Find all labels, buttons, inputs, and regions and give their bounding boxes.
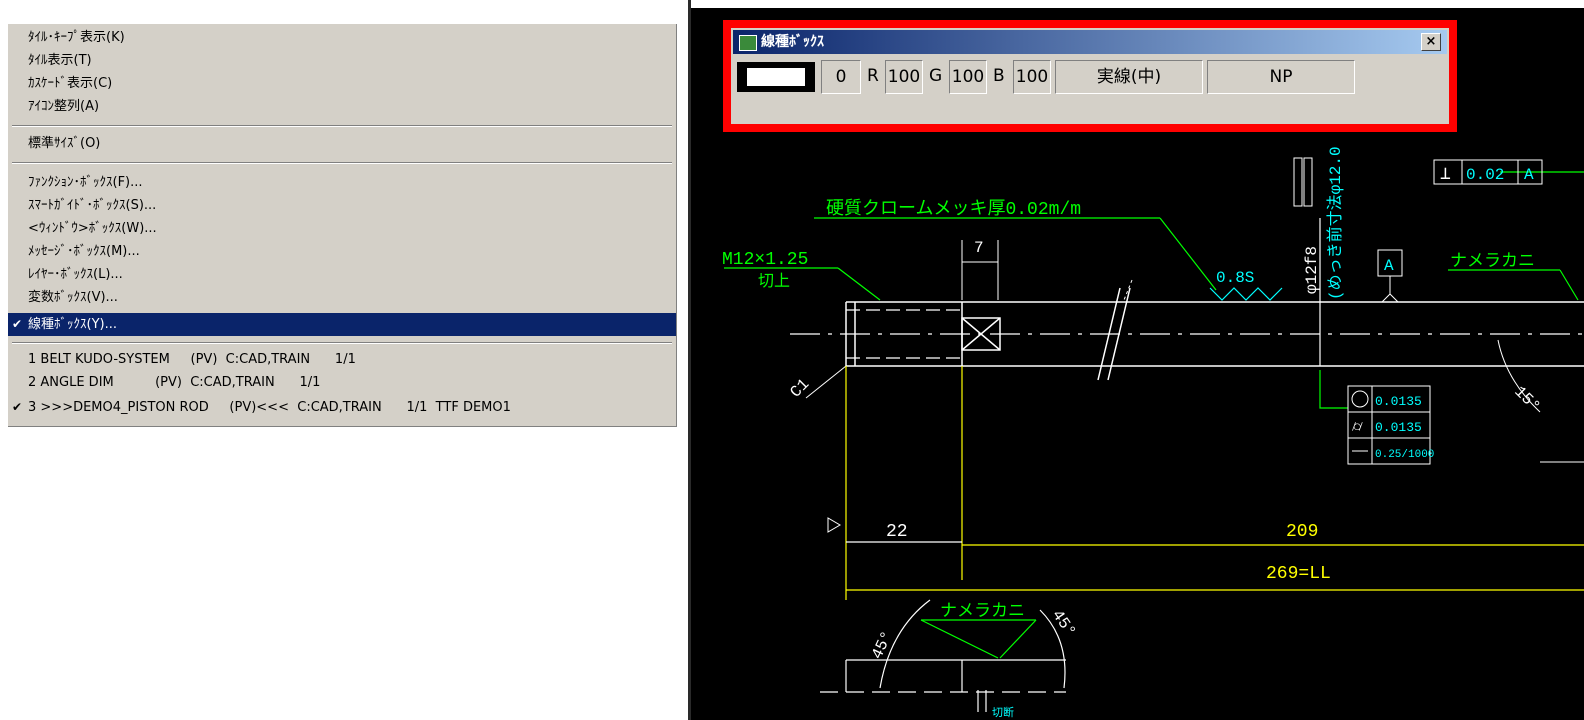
menu-item-variable-box[interactable]: 変数ﾎﾞｯｸｽ(V)... bbox=[28, 287, 118, 308]
perpendicular-symbol: ⊥ bbox=[1440, 165, 1451, 185]
cylindricity-icon: ⌭ bbox=[1352, 419, 1363, 436]
roughness-symbol bbox=[1209, 287, 1283, 301]
tolerance-table: ⌭ 0.0135 0.0135 0.25/1000 bbox=[1347, 385, 1434, 465]
chrome-note: 硬質クロームメッキ厚0.02m/m bbox=[826, 198, 1081, 220]
tol-circularity: 0.0135 bbox=[1375, 394, 1422, 409]
plating-note: (めっき前寸法φ12.0 bbox=[1326, 146, 1345, 300]
datum-a: A bbox=[1377, 249, 1403, 303]
linetype-box-titlebar[interactable]: 線種ﾎﾞｯｸｽ × bbox=[733, 30, 1447, 54]
menu-item-linetype-box[interactable]: 線種ﾎﾞｯｸｽ(Y)... bbox=[28, 314, 117, 335]
color-index-field[interactable]: 0 bbox=[821, 60, 861, 94]
linetype-box-window: 線種ﾎﾞｯｸｽ × 0 R 100 G 100 B 100 実線(中) NP bbox=[731, 28, 1449, 124]
menu-separator bbox=[12, 125, 672, 127]
perp-value: 0.02 bbox=[1466, 166, 1504, 184]
dimension-lines bbox=[845, 366, 1584, 600]
menu-item-arrange-icons[interactable]: ｱｲｺﾝ整列(A) bbox=[28, 96, 99, 117]
datum-letter: A bbox=[1384, 257, 1394, 275]
linetype-fields: 0 R 100 G 100 B 100 実線(中) NP bbox=[735, 60, 1445, 94]
perpendicularity-frame: ⊥ 0.02 A bbox=[1433, 159, 1543, 185]
color-swatch-fill bbox=[747, 68, 805, 86]
menu-item-tile[interactable]: ﾀｲﾙ表示(T) bbox=[28, 50, 92, 71]
plating-note-group: (めっき前寸法φ12.0 bbox=[1326, 146, 1345, 300]
menu-item-function-box[interactable]: ﾌｧﾝｸｼｮﾝ･ﾎﾞｯｸｽ(F)... bbox=[28, 172, 143, 193]
linetype-box-highlight: 線種ﾎﾞｯｸｽ × 0 R 100 G 100 B 100 実線(中) NP bbox=[723, 20, 1457, 132]
linetype-window-icon bbox=[739, 35, 757, 51]
perp-ref: A bbox=[1524, 166, 1534, 184]
dim-269: 269=LL bbox=[1266, 564, 1331, 584]
tol-cylindricity: 0.0135 bbox=[1375, 420, 1422, 435]
menu-item-window-1[interactable]: 1 BELT KUDO-SYSTEM (PV) C:CAD,TRAIN 1/1 bbox=[28, 349, 356, 370]
bottom-label: 切断 bbox=[992, 705, 1014, 720]
check-icon: ✔ bbox=[12, 317, 23, 331]
menu-item-message-box[interactable]: ﾒｯｾｰｼﾞ･ﾎﾞｯｸｽ(M)... bbox=[28, 241, 140, 262]
menu-item-cascade[interactable]: ｶｽｹｰﾄﾞ表示(C) bbox=[28, 73, 112, 94]
close-button[interactable]: × bbox=[1421, 33, 1441, 51]
menu-item-standard-size[interactable]: 標準ｻｲｽﾞ(O) bbox=[28, 133, 100, 154]
roughness-label: 0.8S bbox=[1216, 269, 1254, 287]
line-type-field[interactable]: 実線(中) bbox=[1055, 60, 1203, 94]
cut-label: 切上 bbox=[758, 272, 790, 291]
linetype-box-title: 線種ﾎﾞｯｸｽ bbox=[761, 34, 824, 50]
angle-45-left: 45° bbox=[868, 628, 896, 662]
dim-22: 22 bbox=[886, 522, 908, 542]
menu-separator bbox=[12, 342, 672, 344]
g-label: G bbox=[929, 66, 943, 86]
thread-label: M12×1.25 bbox=[722, 250, 808, 270]
limit-fit-boxes bbox=[1293, 157, 1313, 207]
menu-item-window-box[interactable]: <ｳｨﾝﾄﾞｳ>ﾎﾞｯｸｽ(W)... bbox=[28, 218, 157, 239]
keyway-value: 7 bbox=[974, 239, 984, 257]
diameter-label-group: φ12f8 bbox=[1303, 246, 1321, 294]
color-swatch[interactable] bbox=[737, 62, 815, 92]
chamfer-leader bbox=[805, 365, 847, 399]
leaders bbox=[724, 171, 1584, 659]
b-value-field[interactable]: 100 bbox=[1013, 60, 1051, 94]
plot-field[interactable]: NP bbox=[1207, 60, 1355, 94]
b-label: B bbox=[993, 66, 1005, 86]
nameraka-bottom: ナメラカニ bbox=[940, 602, 1025, 622]
menu-item-tile-keep[interactable]: ﾀｲﾙ･ｷｰﾌﾟ表示(K) bbox=[28, 27, 125, 48]
window-menu: ﾀｲﾙ･ｷｰﾌﾟ表示(K) ﾀｲﾙ表示(T) ｶｽｹｰﾄﾞ表示(C) ｱｲｺﾝ整… bbox=[8, 24, 677, 427]
tol-straightness: 0.25/1000 bbox=[1375, 449, 1434, 461]
chamfer-label: C1 bbox=[787, 375, 813, 401]
menu-item-layer-box[interactable]: ﾚｲﾔｰ･ﾎﾞｯｸｽ(L)... bbox=[28, 264, 123, 285]
nameraka-right: ナメラカニ bbox=[1450, 252, 1535, 272]
g-value-field[interactable]: 100 bbox=[949, 60, 987, 94]
r-value-field[interactable]: 100 bbox=[885, 60, 923, 94]
angle-45-right: 45° bbox=[1048, 607, 1079, 641]
menu-separator bbox=[12, 162, 672, 164]
menu-item-smart-guide-box[interactable]: ｽﾏｰﾄｶﾞｲﾄﾞ･ﾎﾞｯｸｽ(S)... bbox=[28, 195, 156, 216]
r-label: R bbox=[867, 66, 879, 86]
diameter-label: φ12f8 bbox=[1303, 246, 1321, 294]
dim-209: 209 bbox=[1286, 522, 1318, 542]
datum-triangle bbox=[827, 517, 841, 533]
check-icon: ✔ bbox=[12, 400, 23, 414]
menu-item-window-3[interactable]: 3 >>>DEMO4_PISTON ROD (PV)<<< C:CAD,TRAI… bbox=[28, 397, 511, 418]
menu-item-window-2[interactable]: 2 ANGLE DIM (PV) C:CAD,TRAIN 1/1 bbox=[28, 372, 320, 393]
circularity-icon bbox=[1351, 390, 1369, 408]
